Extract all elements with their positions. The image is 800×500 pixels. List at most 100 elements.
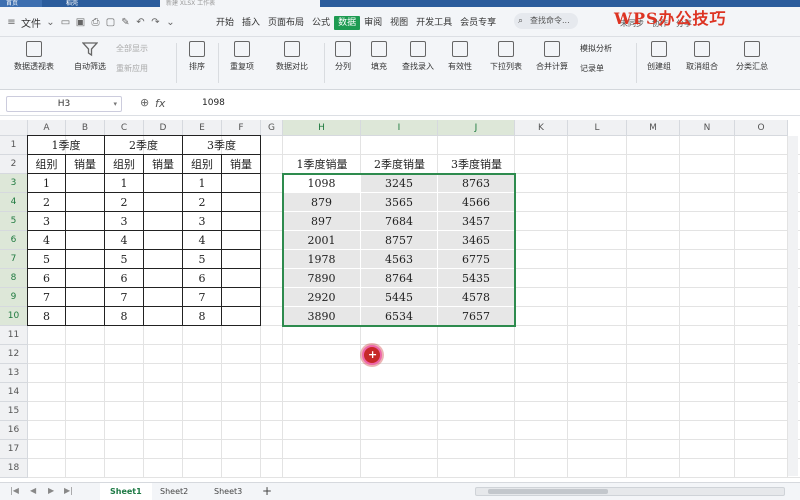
row-header-11[interactable]: 11 (0, 326, 28, 345)
row-header-4[interactable]: 4 (0, 193, 28, 212)
what-if-button[interactable]: 模拟分析 (580, 43, 612, 54)
tab-view[interactable]: 视图 (386, 16, 412, 30)
dropdown-list-button[interactable]: 下拉列表 (486, 41, 526, 72)
row-header-15[interactable]: 15 (0, 402, 28, 421)
table-cell[interactable] (221, 211, 261, 231)
table-cell[interactable]: 1 (182, 173, 222, 193)
table-cell[interactable]: 7684 (361, 212, 438, 231)
table-cell[interactable]: 1098 (283, 174, 361, 193)
table-cell[interactable]: 5445 (361, 288, 438, 307)
tab-member[interactable]: 会员专享 (456, 16, 500, 30)
tab-review[interactable]: 审阅 (360, 16, 386, 30)
table-cell[interactable]: 4 (182, 230, 222, 250)
consolidate-button[interactable]: 合并计算 (532, 41, 572, 72)
zoom-icon[interactable]: ⊕ (140, 96, 149, 109)
table-cell[interactable]: 1 (104, 173, 144, 193)
column-header-I[interactable]: I (361, 120, 438, 136)
fill-button[interactable]: 填充 (362, 41, 396, 72)
table-cell[interactable]: 2 (104, 192, 144, 212)
sheet-tab-2[interactable]: Sheet2 (150, 483, 198, 500)
table-cell[interactable] (143, 306, 183, 326)
column-header-A[interactable]: A (28, 120, 66, 136)
tab-insert[interactable]: 插入 (238, 16, 264, 30)
column-header-H[interactable]: H (283, 120, 361, 136)
table-cell[interactable]: 6 (104, 268, 144, 288)
table-cell[interactable] (221, 192, 261, 212)
duplicates-button[interactable]: 重复项 (222, 41, 262, 72)
table-cell[interactable]: 897 (283, 212, 361, 231)
table-cell[interactable] (65, 192, 105, 212)
table-cell[interactable]: 5 (104, 249, 144, 269)
row-header-13[interactable]: 13 (0, 364, 28, 383)
table-cell[interactable] (143, 211, 183, 231)
table-cell[interactable]: 5 (27, 249, 66, 269)
table-cell[interactable]: 3890 (283, 307, 361, 326)
sheet-tab-3[interactable]: Sheet3 (204, 483, 252, 500)
table-cell[interactable]: 8 (182, 306, 222, 326)
table-cell[interactable]: 6775 (438, 250, 515, 269)
table-cell[interactable] (143, 249, 183, 269)
row-header-9[interactable]: 9 (0, 288, 28, 307)
row-header-17[interactable]: 17 (0, 440, 28, 459)
reapply-button[interactable]: 重新应用 (116, 63, 148, 74)
table-cell[interactable]: 7890 (283, 269, 361, 288)
tab-formula[interactable]: 公式 (308, 16, 334, 30)
table-cell[interactable] (65, 287, 105, 307)
row-header-6[interactable]: 6 (0, 231, 28, 250)
spreadsheet-grid[interactable]: A B C D E F G H I J K L M N O 1 2 3 4 5 6 7 8 9 10 11 12 13 14 15 16 17… (0, 116, 800, 482)
table-cell[interactable]: 3 (27, 211, 66, 231)
column-header-O[interactable]: O (735, 120, 788, 136)
table-cell[interactable]: 3 (182, 211, 222, 231)
table-cell[interactable]: 4 (104, 230, 144, 250)
chevron-down-icon[interactable]: ⌄ (165, 17, 176, 28)
validation-button[interactable]: 有效性 (442, 41, 478, 72)
name-box[interactable]: H3 ▾ (6, 96, 122, 112)
column-header-N[interactable]: N (680, 120, 735, 136)
tab-start[interactable]: 开始 (212, 16, 238, 30)
table-cell[interactable]: 6 (27, 268, 66, 288)
undo-icon[interactable]: ↶ (135, 17, 146, 28)
table-cell[interactable]: 8764 (361, 269, 438, 288)
table-cell[interactable] (143, 230, 183, 250)
sheet-tab-1[interactable]: Sheet1 (100, 483, 152, 500)
formula-input[interactable]: 1098 (202, 98, 225, 108)
table-cell[interactable]: 3 (104, 211, 144, 231)
table-cell[interactable] (65, 268, 105, 288)
table-cell[interactable]: 8 (104, 306, 144, 326)
table-cell[interactable]: 4566 (438, 193, 515, 212)
table-cell[interactable]: 4578 (438, 288, 515, 307)
table-cell[interactable] (221, 287, 261, 307)
column-header-D[interactable]: D (144, 120, 183, 136)
column-header-B[interactable]: B (66, 120, 105, 136)
row-header-7[interactable]: 7 (0, 250, 28, 269)
column-header-C[interactable]: C (105, 120, 144, 136)
row-header-18[interactable]: 18 (0, 459, 28, 478)
table-cell[interactable] (143, 192, 183, 212)
format-painter-icon[interactable]: ✎ (120, 17, 131, 28)
table-cell[interactable]: 3565 (361, 193, 438, 212)
table-cell[interactable] (65, 173, 105, 193)
tab-home[interactable]: 首页 (0, 0, 42, 7)
print-preview-icon[interactable]: ▢ (105, 17, 116, 28)
record-form-button[interactable]: 记录单 (580, 63, 604, 74)
column-header-J[interactable]: J (438, 120, 515, 136)
scroll-thumb[interactable] (488, 489, 608, 494)
table-cell[interactable]: 6534 (361, 307, 438, 326)
text-to-columns-button[interactable]: 分列 (326, 41, 360, 72)
row-header-3[interactable]: 3 (0, 174, 28, 193)
table-cell[interactable] (65, 211, 105, 231)
table-cell[interactable]: 1 (27, 173, 66, 193)
table-cell[interactable]: 2 (182, 192, 222, 212)
table-cell[interactable]: 7657 (438, 307, 515, 326)
vertical-scrollbar[interactable] (788, 136, 798, 476)
table-cell[interactable] (143, 173, 183, 193)
auto-filter-button[interactable]: 自动筛选 (70, 41, 110, 72)
table-cell[interactable]: 7 (182, 287, 222, 307)
pivot-table-button[interactable]: 数据透视表 (8, 41, 60, 72)
tab-data[interactable]: 数据 (334, 16, 361, 30)
hamburger-icon[interactable]: ≡ (6, 17, 17, 28)
tab-developer[interactable]: 开发工具 (412, 16, 456, 30)
chevron-down-icon[interactable]: ▾ (113, 97, 117, 111)
table-cell[interactable] (221, 268, 261, 288)
column-header-L[interactable]: L (568, 120, 627, 136)
